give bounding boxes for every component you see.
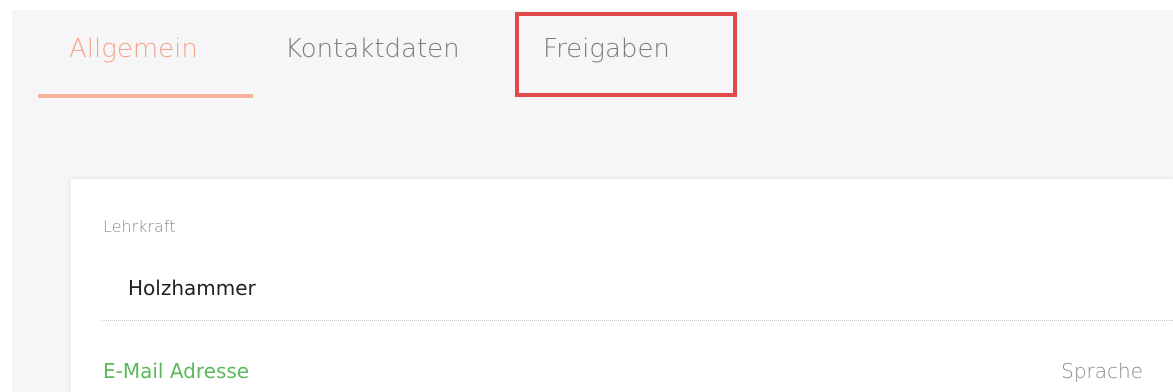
tab-freigaben[interactable]: Freigaben [516,10,741,98]
field-divider [102,320,1173,321]
tab-kontaktdaten[interactable]: Kontaktdaten [285,10,485,98]
teacher-field[interactable]: Holzhammer [128,276,256,300]
language-label: Sprache [1061,359,1143,383]
tab-allgemein[interactable]: Allgemein [38,10,253,98]
tab-allgemein-label: Allgemein [69,34,198,64]
form-card: Lehrkraft Holzhammer E-Mail Adresse Spra… [71,179,1173,392]
teacher-label: Lehrkraft [103,217,176,236]
active-tab-underline [38,94,253,98]
tab-freigaben-label: Freigaben [543,34,670,64]
tab-kontaktdaten-label: Kontaktdaten [285,34,460,64]
email-label: E-Mail Adresse [103,359,250,383]
